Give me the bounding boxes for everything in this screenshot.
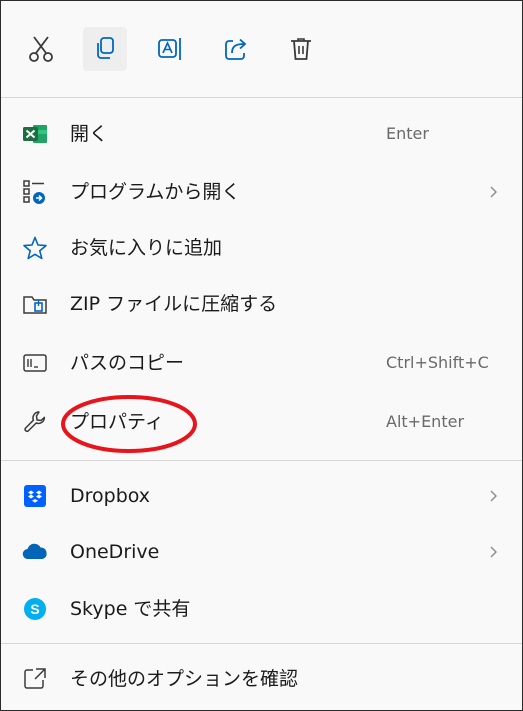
menu-item-label: その他のオプションを確認 [70, 668, 299, 690]
menu-item-label: Dropbox [70, 485, 151, 507]
divider [1, 460, 522, 461]
menu-item-label: 開く [70, 123, 109, 145]
menu-item-label: Skype で共有 [70, 598, 191, 620]
menu-item-shortcut: Alt+Enter [386, 412, 465, 431]
menu-item-dropbox[interactable]: Dropbox [1, 467, 522, 525]
onedrive-icon [21, 538, 49, 566]
copy-icon [97, 37, 114, 59]
menu-item-label: プログラムから開く [70, 181, 241, 203]
scissors-icon [29, 36, 53, 62]
menu-item-open-with[interactable]: プログラムから開く [1, 163, 522, 221]
menu-item-label: パスのコピー [70, 352, 185, 374]
menu-item-label: お気に入りに追加 [70, 237, 223, 259]
menu-item-label: ZIP ファイルに圧縮する [70, 293, 278, 315]
menu-item-compress-zip[interactable]: ZIP ファイルに圧縮する [1, 275, 522, 333]
rename-icon [158, 38, 181, 60]
menu-item-properties[interactable]: プロパティ Alt+Enter [1, 393, 522, 451]
star-icon [21, 234, 49, 262]
open-with-icon [21, 178, 49, 206]
trash-icon [291, 38, 311, 60]
menu-item-more-options[interactable]: その他のオプションを確認 [1, 650, 522, 708]
divider [1, 643, 522, 644]
dropbox-icon [21, 482, 49, 510]
menu-item-copy-path[interactable]: パスのコピー Ctrl+Shift+C [1, 334, 522, 392]
chevron-right-icon [490, 186, 497, 198]
menu-item-label: OneDrive [70, 541, 160, 563]
menu-item-shortcut: Enter [386, 124, 429, 143]
svg-text:S: S [30, 601, 39, 617]
context-menu-toolbar [1, 1, 522, 97]
menu-item-label: プロパティ [70, 411, 164, 433]
delete-button[interactable] [279, 27, 323, 71]
menu-item-add-favorites[interactable]: お気に入りに追加 [1, 219, 522, 277]
rename-button[interactable] [149, 27, 193, 71]
skype-icon: S [21, 595, 49, 623]
menu-item-onedrive[interactable]: OneDrive [1, 523, 522, 581]
chevron-right-icon [490, 546, 497, 558]
excel-icon [21, 120, 49, 148]
chevron-right-icon [490, 490, 497, 502]
wrench-icon [21, 408, 49, 436]
more-options-icon [21, 665, 49, 693]
menu-item-share-skype[interactable]: S Skype で共有 [1, 580, 522, 638]
share-button[interactable] [214, 27, 258, 71]
menu-item-shortcut: Ctrl+Shift+C [386, 353, 489, 372]
zip-folder-icon [21, 290, 49, 318]
context-menu: 開く Enter プログラムから開く お気に入りに追加 ZIP ファイルに圧縮す… [0, 0, 523, 711]
divider [1, 97, 522, 98]
copy-path-icon [21, 349, 49, 377]
cut-button[interactable] [19, 27, 63, 71]
menu-item-open[interactable]: 開く Enter [1, 105, 522, 163]
copy-button[interactable] [83, 27, 127, 71]
share-icon [225, 38, 247, 60]
